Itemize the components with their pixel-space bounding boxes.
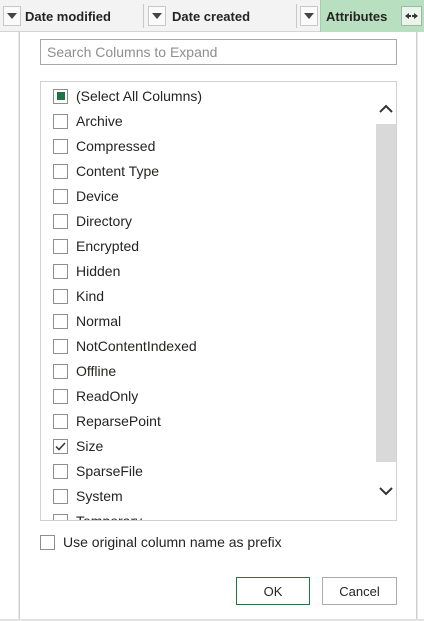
- list-item-label: System: [76, 488, 123, 504]
- list-item-label: Size: [76, 438, 104, 454]
- size-checkbox[interactable]: [53, 438, 68, 454]
- device-checkbox[interactable]: [53, 188, 68, 204]
- select-all-checkbox[interactable]: [53, 88, 68, 104]
- list-item-archive[interactable]: Archive: [53, 109, 123, 133]
- list-item-label: ReparsePoint: [76, 413, 161, 429]
- hidden-checkbox[interactable]: [53, 263, 68, 279]
- list-item-select-all[interactable]: (Select All Columns): [53, 84, 202, 108]
- list-item-label: Normal: [76, 313, 122, 329]
- list-item-compressed[interactable]: Compressed: [53, 134, 155, 158]
- list-item-label: ReadOnly: [76, 388, 139, 404]
- grid-background-left: [0, 32, 19, 621]
- list-item-label: Device: [76, 188, 119, 204]
- list-scrollbar[interactable]: [375, 82, 396, 520]
- scroll-down-button[interactable]: [375, 480, 396, 502]
- chevron-down-icon: [7, 13, 17, 19]
- temporary-checkbox[interactable]: [53, 513, 68, 520]
- scroll-up-button[interactable]: [375, 97, 396, 119]
- ok-button[interactable]: OK: [236, 577, 310, 605]
- column-header-row: Date modified Date created Attributes: [0, 0, 424, 32]
- filter-dropdown-button[interactable]: [3, 6, 21, 26]
- list-item-label: Content Type: [76, 163, 160, 179]
- notcontentindexed-checkbox[interactable]: [53, 338, 68, 354]
- chevron-down-icon: [304, 13, 314, 19]
- chevron-up-icon: [379, 104, 393, 113]
- list-item-label: NotContentIndexed: [76, 338, 197, 354]
- list-item-size[interactable]: Size: [53, 434, 103, 458]
- prefix-checkbox[interactable]: [40, 534, 55, 550]
- list-item-readonly[interactable]: ReadOnly: [53, 384, 138, 408]
- system-checkbox[interactable]: [53, 488, 68, 504]
- list-item-normal[interactable]: Normal: [53, 309, 121, 333]
- list-item-encrypted[interactable]: Encrypted: [53, 234, 139, 258]
- column-header-attributes: Attributes: [326, 8, 388, 24]
- grid-background-right: [417, 32, 424, 621]
- scrollbar-thumb[interactable]: [376, 124, 396, 462]
- encrypted-checkbox[interactable]: [53, 238, 68, 254]
- list-item-temporary[interactable]: Temporary: [53, 509, 143, 521]
- expand-column-button[interactable]: [401, 6, 422, 26]
- list-item-kind[interactable]: Kind: [53, 284, 104, 308]
- list-item-content-type[interactable]: Content Type: [53, 159, 159, 183]
- list-item-directory[interactable]: Directory: [53, 209, 132, 233]
- list-item-label: Directory: [76, 213, 133, 229]
- chevron-down-icon: [152, 13, 162, 19]
- search-columns-input[interactable]: [40, 39, 397, 65]
- directory-checkbox[interactable]: [53, 213, 68, 229]
- column-divider: [296, 4, 297, 28]
- column-header-date-modified[interactable]: Date modified: [25, 0, 111, 32]
- list-item-system[interactable]: System: [53, 484, 123, 508]
- list-item-label: Compressed: [76, 138, 156, 154]
- chevron-down-icon: [379, 486, 393, 495]
- list-item-label: Encrypted: [76, 238, 140, 254]
- list-item-label: Kind: [76, 288, 105, 304]
- column-divider: [143, 4, 144, 28]
- list-item-label: SparseFile: [76, 463, 143, 479]
- cancel-button[interactable]: Cancel: [322, 577, 397, 605]
- sparsefile-checkbox[interactable]: [53, 463, 68, 479]
- prefix-option[interactable]: Use original column name as prefix: [40, 532, 282, 552]
- list-item-reparsepoint[interactable]: ReparsePoint: [53, 409, 161, 433]
- columns-list: (Select All Columns) Archive Compressed …: [40, 81, 397, 521]
- list-item-label: Hidden: [76, 263, 121, 279]
- compressed-checkbox[interactable]: [53, 138, 68, 154]
- prefix-label: Use original column name as prefix: [63, 534, 282, 550]
- list-item-notcontentindexed[interactable]: NotContentIndexed: [53, 334, 197, 358]
- content-type-checkbox[interactable]: [53, 163, 68, 179]
- normal-checkbox[interactable]: [53, 313, 68, 329]
- list-item-sparsefile[interactable]: SparseFile: [53, 459, 143, 483]
- list-item-label: (Select All Columns): [76, 88, 203, 104]
- date-created-dropdown-button[interactable]: [148, 6, 166, 26]
- checkmark-icon: [55, 441, 66, 451]
- expand-arrows-icon: [405, 13, 418, 19]
- readonly-checkbox[interactable]: [53, 388, 68, 404]
- list-item-offline[interactable]: Offline: [53, 359, 116, 383]
- indeterminate-mark: [56, 92, 65, 100]
- archive-checkbox[interactable]: [53, 113, 68, 129]
- list-item-label: Archive: [76, 113, 123, 129]
- reparsepoint-checkbox[interactable]: [53, 413, 68, 429]
- date-created-filter-button[interactable]: [300, 6, 318, 26]
- column-header-date-created[interactable]: Date created: [172, 0, 250, 32]
- list-item-device[interactable]: Device: [53, 184, 119, 208]
- list-item-label: Temporary: [76, 513, 143, 521]
- kind-checkbox[interactable]: [53, 288, 68, 304]
- offline-checkbox[interactable]: [53, 363, 68, 379]
- list-item-label: Offline: [76, 363, 117, 379]
- list-item-hidden[interactable]: Hidden: [53, 259, 120, 283]
